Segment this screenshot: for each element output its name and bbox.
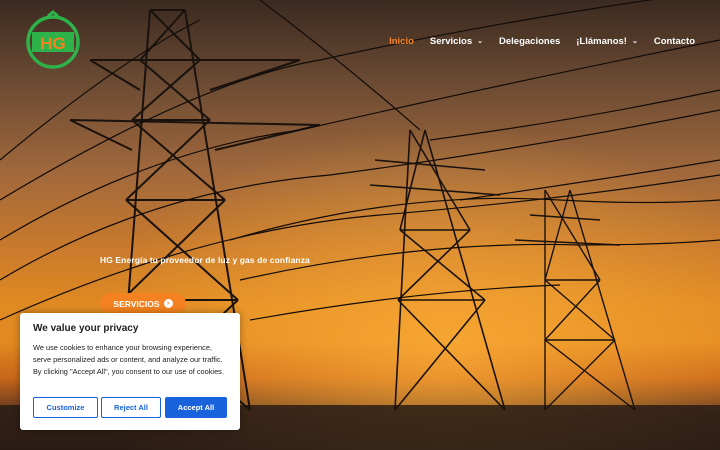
cookie-text: We use cookies to enhance your browsing … <box>33 343 224 376</box>
nav-item-delegaciones[interactable]: Delegaciones <box>499 36 560 47</box>
nav-item-contacto[interactable]: Contacto <box>654 36 695 47</box>
nav-item-servicios[interactable]: Servicios ⌄ <box>430 36 483 47</box>
hg-logo[interactable]: HG <box>24 10 82 72</box>
reject-all-button[interactable]: Reject All <box>101 397 161 418</box>
chevron-down-icon: ⌄ <box>631 37 638 45</box>
accept-all-button[interactable]: Accept All <box>165 397 227 418</box>
nav-item-llamanos[interactable]: ¡Llámanos! ⌄ <box>576 36 638 47</box>
chevron-down-icon: ⌄ <box>477 37 484 45</box>
arrow-right-circle-icon: › <box>163 299 173 308</box>
main-nav: Inicio Servicios ⌄ Delegaciones ¡Llámanos… <box>373 36 695 47</box>
customize-button[interactable]: Customize <box>33 397 98 418</box>
svg-text:HG: HG <box>40 34 66 53</box>
cookie-consent-banner: We value your privacy We use cookies to … <box>20 313 240 430</box>
cookie-title: We value your privacy <box>33 323 139 334</box>
servicios-button[interactable]: SERVICIOS › <box>100 293 186 314</box>
hero-tagline: HG Energía tu proveedor de luz y gas de … <box>100 255 310 265</box>
nav-item-inicio[interactable]: Inicio <box>389 36 414 47</box>
